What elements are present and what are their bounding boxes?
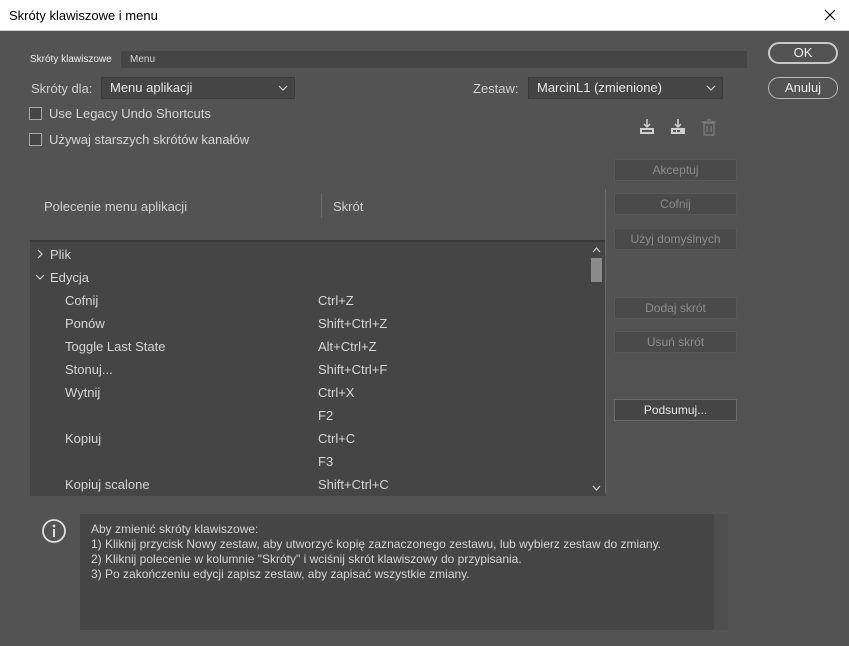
shortcuts-list[interactable]: Plik Edycja Cofnij Ctrl+Z Ponów Shift+Ct… <box>30 240 605 496</box>
command-label: Cofnij <box>65 293 99 308</box>
group-label: Edycja <box>50 270 90 285</box>
info-line: Aby zmienić skróty klawiszowe: <box>91 522 259 536</box>
tab-menu[interactable]: Menu <box>121 51 164 68</box>
title-bar: Skróty klawiszowe i menu <box>0 0 849 31</box>
chevron-right-icon[interactable] <box>35 249 45 259</box>
shortcuts-for-select[interactable]: Menu aplikacji <box>101 77 295 99</box>
scroll-up-icon[interactable] <box>591 245 602 255</box>
tab-bar: Skróty klawiszowe Menu <box>21 51 747 68</box>
ok-button[interactable]: OK <box>768 42 838 64</box>
table-row[interactable]: Stonuj... Shift+Ctrl+F <box>30 358 588 381</box>
command-label: Kopiuj <box>65 431 102 446</box>
command-label: Kopiuj scalone <box>65 477 150 492</box>
command-label: Wytnij <box>65 385 101 400</box>
shortcut-value[interactable]: Ctrl+Z <box>318 293 354 308</box>
remove-shortcut-button[interactable]: Usuń skrót <box>614 331 737 353</box>
add-shortcut-button[interactable]: Dodaj skrót <box>614 297 737 319</box>
chevron-down-icon <box>706 85 716 91</box>
table-row[interactable]: Kopiuj Ctrl+C <box>30 427 588 450</box>
column-divider <box>321 194 322 218</box>
shortcut-value[interactable]: Alt+Ctrl+Z <box>318 339 377 354</box>
set-value: MarcinL1 (zmienione) <box>537 80 662 95</box>
shortcut-value[interactable]: F3 <box>318 454 333 469</box>
accept-button[interactable]: Akceptuj <box>614 159 737 181</box>
dialog-body: Skróty klawiszowe Menu OK Anuluj Skróty … <box>0 31 849 646</box>
table-header: Polecenie menu aplikacji Skrót <box>30 182 603 234</box>
info-line: 2) Kliknij polecenie w kolumnie "Skróty"… <box>91 552 522 566</box>
info-text-box: Aby zmienić skróty klawiszowe: 1) Klikni… <box>80 514 714 630</box>
set-label: Zestaw: <box>473 81 519 96</box>
cancel-button[interactable]: Anuluj <box>768 77 838 99</box>
info-scrollbar[interactable] <box>714 514 728 630</box>
shortcut-value[interactable]: Shift+Ctrl+Z <box>318 316 387 331</box>
legacy-channel-checkbox[interactable] <box>29 133 42 146</box>
table-row[interactable]: Kopiuj scalone Shift+Ctrl+C <box>30 473 588 496</box>
table-row[interactable]: F2 <box>30 404 588 427</box>
legacy-undo-checkbox-row[interactable]: Use Legacy Undo Shortcuts <box>29 106 211 121</box>
shortcut-value[interactable]: F2 <box>318 408 333 423</box>
info-line: 1) Kliknij przycisk Nowy zestaw, aby utw… <box>91 537 662 551</box>
shortcuts-for-value: Menu aplikacji <box>110 80 193 95</box>
table-row[interactable]: Ponów Shift+Ctrl+Z <box>30 312 588 335</box>
trash-icon[interactable] <box>699 117 719 137</box>
shortcut-value[interactable]: Ctrl+X <box>318 385 354 400</box>
shortcut-value[interactable]: Shift+Ctrl+C <box>318 477 389 492</box>
info-icon <box>42 519 66 543</box>
command-label: Toggle Last State <box>65 339 166 354</box>
set-select[interactable]: MarcinL1 (zmienione) <box>528 77 723 99</box>
legacy-undo-checkbox[interactable] <box>29 107 42 120</box>
scroll-down-icon[interactable] <box>591 483 602 493</box>
shortcuts-panel: Skróty dla: Menu aplikacji Zestaw: Marci… <box>21 68 747 630</box>
chevron-down-icon <box>278 85 288 91</box>
save-set-icon[interactable] <box>637 117 657 137</box>
undo-button[interactable]: Cofnij <box>614 193 737 215</box>
command-label: Stonuj... <box>65 362 113 377</box>
chevron-down-icon[interactable] <box>35 272 45 282</box>
tab-keyboard-shortcuts[interactable]: Skróty klawiszowe <box>21 51 121 68</box>
list-item[interactable]: Plik <box>30 243 588 266</box>
summarize-button[interactable]: Podsumuj... <box>614 399 737 421</box>
shortcuts-for-label: Skróty dla: <box>31 81 93 96</box>
table-row[interactable]: Wytnij Ctrl+X <box>30 381 588 404</box>
legacy-channel-checkbox-row[interactable]: Używaj starszych skrótów kanałów <box>29 132 249 147</box>
close-icon <box>824 9 836 21</box>
shortcut-value[interactable]: Ctrl+C <box>318 431 355 446</box>
column-header-command: Polecenie menu aplikacji <box>44 199 188 214</box>
window-title: Skróty klawiszowe i menu <box>9 8 158 23</box>
divider <box>605 189 606 493</box>
list-item[interactable]: Edycja <box>30 266 588 289</box>
table-row[interactable]: F3 <box>30 450 588 473</box>
scrollbar-thumb[interactable] <box>591 258 602 282</box>
legacy-channel-label: Używaj starszych skrótów kanałów <box>49 132 250 147</box>
info-line: 3) Po zakończeniu edycji zapisz zestaw, … <box>91 567 470 581</box>
use-default-button[interactable]: Użyj domyślnych <box>614 228 737 250</box>
group-label: Plik <box>50 247 71 262</box>
shortcut-value[interactable]: Shift+Ctrl+F <box>318 362 387 377</box>
list-scrollbar[interactable] <box>588 242 605 496</box>
list-top-border <box>30 240 605 242</box>
legacy-undo-label: Use Legacy Undo Shortcuts <box>49 106 211 121</box>
table-row[interactable]: Cofnij Ctrl+Z <box>30 289 588 312</box>
command-label: Ponów <box>65 316 105 331</box>
table-row[interactable]: Toggle Last State Alt+Ctrl+Z <box>30 335 588 358</box>
new-set-icon[interactable] <box>668 117 688 137</box>
column-header-shortcut: Skrót <box>333 199 364 214</box>
close-button[interactable] <box>811 0 849 30</box>
info-section: Aby zmienić skróty klawiszowe: 1) Klikni… <box>30 514 730 630</box>
